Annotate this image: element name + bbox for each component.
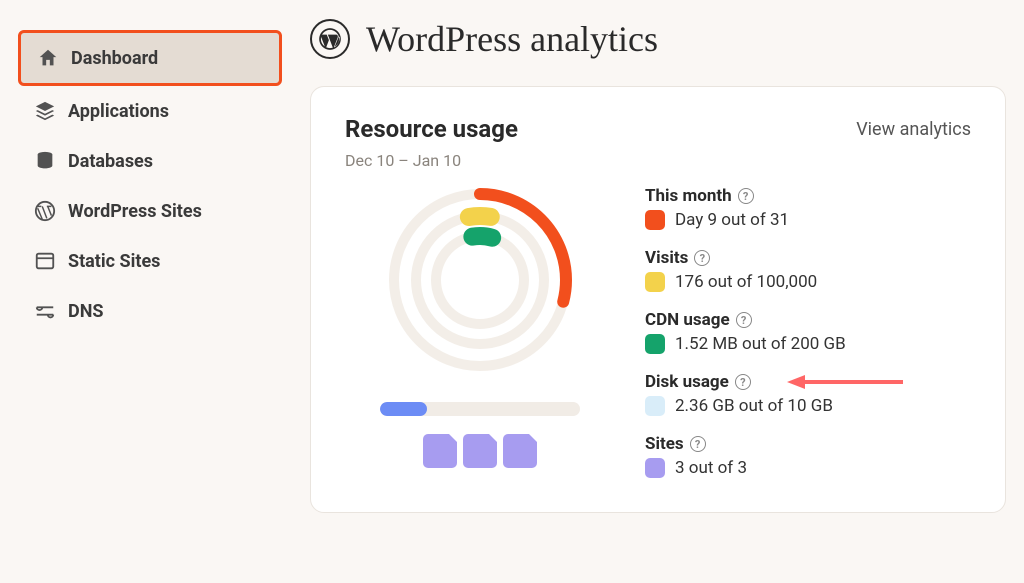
- swatch: [645, 396, 665, 416]
- sidebar-item-dashboard[interactable]: Dashboard: [18, 30, 282, 86]
- stat-value: 176 out of 100,000: [675, 272, 817, 292]
- swatch: [645, 210, 665, 230]
- sidebar-item-wordpress-sites[interactable]: WordPress Sites: [18, 186, 282, 236]
- stat-cdn: CDN usage ? 1.52 MB out of 200 GB: [645, 310, 971, 354]
- sites-chips: [423, 434, 537, 468]
- wordpress-logo-icon: [310, 19, 350, 59]
- stat-label-text: CDN usage: [645, 310, 730, 330]
- date-range: Dec 10 – Jan 10: [345, 151, 971, 170]
- stat-label-text: Disk usage: [645, 372, 729, 392]
- sidebar-item-databases[interactable]: Databases: [18, 136, 282, 186]
- home-icon: [37, 47, 59, 69]
- help-icon[interactable]: ?: [690, 436, 706, 452]
- sidebar-item-label: WordPress Sites: [68, 201, 202, 222]
- stat-value: 2.36 GB out of 10 GB: [675, 396, 833, 416]
- stat-visits: Visits ? 176 out of 100,000: [645, 248, 971, 292]
- help-icon[interactable]: ?: [694, 250, 710, 266]
- dns-icon: [34, 300, 56, 322]
- stat-label-text: Sites: [645, 434, 684, 454]
- donut-chart: [380, 180, 580, 380]
- usage-visualization: [345, 180, 615, 478]
- stat-label-text: Visits: [645, 248, 688, 268]
- stat-value: Day 9 out of 31: [675, 210, 789, 230]
- stat-sites: Sites ? 3 out of 3: [645, 434, 971, 478]
- resource-usage-card: Resource usage View analytics Dec 10 – J…: [310, 86, 1006, 513]
- sidebar-item-dns[interactable]: DNS: [18, 286, 282, 336]
- sidebar-item-label: Static Sites: [68, 251, 160, 272]
- swatch: [645, 334, 665, 354]
- help-icon[interactable]: ?: [738, 188, 754, 204]
- sidebar-item-label: Dashboard: [71, 48, 158, 69]
- browser-icon: [34, 250, 56, 272]
- main: WordPress analytics Resource usage View …: [300, 0, 1024, 583]
- stat-this-month: This month ? Day 9 out of 31: [645, 186, 971, 230]
- disk-bar: [380, 402, 580, 416]
- sidebar-item-label: DNS: [68, 301, 103, 322]
- wordpress-icon: [34, 200, 56, 222]
- layers-icon: [34, 100, 56, 122]
- sidebar-item-label: Databases: [68, 151, 153, 172]
- site-chip: [503, 434, 537, 468]
- sidebar-item-applications[interactable]: Applications: [18, 86, 282, 136]
- swatch: [645, 458, 665, 478]
- site-chip: [463, 434, 497, 468]
- annotation-arrow-icon: [785, 372, 905, 392]
- card-title: Resource usage: [345, 115, 518, 143]
- stat-value: 3 out of 3: [675, 458, 747, 478]
- sidebar: Dashboard Applications Databases WordPre…: [0, 0, 300, 583]
- view-analytics-link[interactable]: View analytics: [856, 119, 971, 140]
- sidebar-item-label: Applications: [68, 101, 169, 122]
- stat-value: 1.52 MB out of 200 GB: [675, 334, 846, 354]
- stat-label-text: This month: [645, 186, 732, 206]
- sidebar-item-static-sites[interactable]: Static Sites: [18, 236, 282, 286]
- site-chip: [423, 434, 457, 468]
- swatch: [645, 272, 665, 292]
- page-title: WordPress analytics: [366, 18, 658, 60]
- help-icon[interactable]: ?: [736, 312, 752, 328]
- database-icon: [34, 150, 56, 172]
- help-icon[interactable]: ?: [735, 374, 751, 390]
- stat-disk: Disk usage ? 2.36 GB out of 10 GB: [645, 372, 971, 416]
